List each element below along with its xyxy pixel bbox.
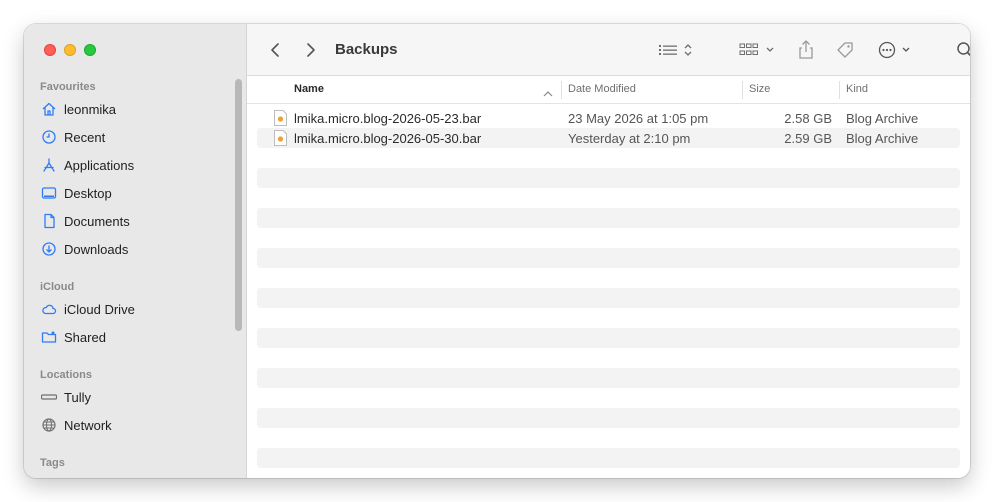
empty-row — [257, 328, 960, 348]
sidebar-item-recent[interactable]: Recent — [40, 126, 105, 148]
sidebar-item-label: leonmika — [64, 101, 117, 117]
sidebar-item-label: Desktop — [64, 185, 112, 201]
archive-file-icon — [274, 130, 287, 146]
cloud-icon — [40, 300, 58, 318]
sidebar-item-network[interactable]: Network — [40, 414, 112, 436]
document-icon — [40, 212, 58, 230]
share-icon — [797, 40, 815, 60]
column-date-modified[interactable]: Date Modified — [568, 83, 636, 95]
toolbar: Backups — [247, 24, 970, 76]
empty-row — [257, 448, 960, 468]
drive-icon — [40, 388, 58, 406]
view-list-button[interactable] — [655, 38, 695, 62]
sidebar-item-label: iCloud Drive — [64, 301, 135, 317]
sidebar-item-tully[interactable]: Tully — [40, 386, 91, 408]
sidebar-item-downloads[interactable]: Downloads — [40, 238, 128, 260]
forward-button[interactable] — [303, 38, 319, 62]
empty-row — [257, 308, 960, 328]
chevron-right-icon — [306, 42, 316, 58]
more-actions-button[interactable] — [877, 38, 913, 62]
download-icon — [40, 240, 58, 258]
sidebar-section-tags: Tags — [40, 457, 65, 469]
empty-row — [257, 408, 960, 428]
sidebar-item-label: Downloads — [64, 241, 129, 257]
sidebar-section-favourites: Favourites — [40, 81, 96, 93]
file-name: lmika.micro.blog-2026-05-23.bar — [294, 111, 482, 126]
file-kind: Blog Archive — [846, 131, 919, 146]
column-divider[interactable] — [839, 81, 840, 99]
empty-row — [257, 348, 960, 368]
empty-row — [257, 428, 960, 448]
shared-folder-icon — [40, 328, 58, 346]
maximize-window-button[interactable] — [84, 44, 96, 56]
empty-row — [257, 228, 960, 248]
sort-ascending-icon[interactable] — [543, 85, 553, 103]
sidebar-scrollbar[interactable] — [235, 79, 242, 331]
tag-icon — [835, 40, 855, 60]
clock-icon — [40, 128, 58, 146]
group-by-button[interactable] — [738, 38, 778, 62]
window-controls — [44, 44, 96, 56]
grid-view-icon — [739, 42, 777, 58]
empty-row — [257, 288, 960, 308]
column-size[interactable]: Size — [749, 83, 770, 95]
file-date: Yesterday at 2:10 pm — [568, 131, 691, 146]
file-name: lmika.micro.blog-2026-05-30.bar — [294, 131, 482, 146]
file-size: 2.59 GB — [784, 131, 832, 146]
file-kind: Blog Archive — [846, 111, 919, 126]
globe-icon — [40, 416, 58, 434]
empty-row — [257, 188, 960, 208]
column-header: Name Date Modified Size Kind — [247, 76, 970, 104]
sidebar: Favourites leonmika Recent Applications … — [24, 24, 247, 478]
sidebar-item-documents[interactable]: Documents — [40, 210, 130, 232]
search-icon — [956, 41, 970, 59]
column-name[interactable]: Name — [294, 83, 324, 95]
sidebar-section-locations: Locations — [40, 369, 92, 381]
empty-row — [257, 388, 960, 408]
ellipsis-circle-icon — [878, 41, 912, 59]
applications-icon — [40, 156, 58, 174]
file-row[interactable]: lmika.micro.blog-2026-05-30.bar Yesterda… — [257, 128, 960, 148]
list-view-icon — [658, 42, 692, 58]
empty-row — [257, 268, 960, 288]
window-title: Backups — [335, 41, 398, 58]
tags-button[interactable] — [834, 38, 856, 62]
home-icon — [40, 100, 58, 118]
sidebar-item-label: Recent — [64, 129, 106, 145]
archive-file-icon — [274, 110, 287, 126]
sidebar-section-icloud: iCloud — [40, 281, 75, 293]
sidebar-item-label: Shared — [64, 329, 106, 345]
empty-row — [257, 208, 960, 228]
sidebar-item-applications[interactable]: Applications — [40, 154, 134, 176]
finder-window: Favourites leonmika Recent Applications … — [24, 24, 970, 478]
sidebar-item-home[interactable]: leonmika — [40, 98, 116, 120]
sidebar-item-label: Documents — [64, 213, 130, 229]
chevron-left-icon — [270, 42, 280, 58]
sidebar-item-icloud-drive[interactable]: iCloud Drive — [40, 298, 135, 320]
close-window-button[interactable] — [44, 44, 56, 56]
file-date: 23 May 2026 at 1:05 pm — [568, 111, 709, 126]
file-list: lmika.micro.blog-2026-05-23.bar 23 May 2… — [257, 108, 960, 468]
desktop-icon — [40, 184, 58, 202]
back-button[interactable] — [267, 38, 283, 62]
sidebar-item-shared[interactable]: Shared — [40, 326, 106, 348]
empty-row — [257, 368, 960, 388]
share-button[interactable] — [796, 38, 816, 62]
minimize-window-button[interactable] — [64, 44, 76, 56]
sidebar-item-label: Network — [64, 417, 112, 433]
column-divider[interactable] — [742, 81, 743, 99]
search-button[interactable] — [955, 38, 970, 62]
empty-row — [257, 168, 960, 188]
column-divider[interactable] — [561, 81, 562, 99]
column-kind[interactable]: Kind — [846, 83, 868, 95]
sidebar-item-label: Tully — [64, 389, 91, 405]
empty-row — [257, 248, 960, 268]
file-size: 2.58 GB — [784, 111, 832, 126]
empty-row — [257, 148, 960, 168]
main-pane: Backups Name Date Modified Size Kind lmi… — [247, 24, 970, 478]
sidebar-item-desktop[interactable]: Desktop — [40, 182, 112, 204]
file-row[interactable]: lmika.micro.blog-2026-05-23.bar 23 May 2… — [257, 108, 960, 128]
sidebar-item-label: Applications — [64, 157, 135, 173]
